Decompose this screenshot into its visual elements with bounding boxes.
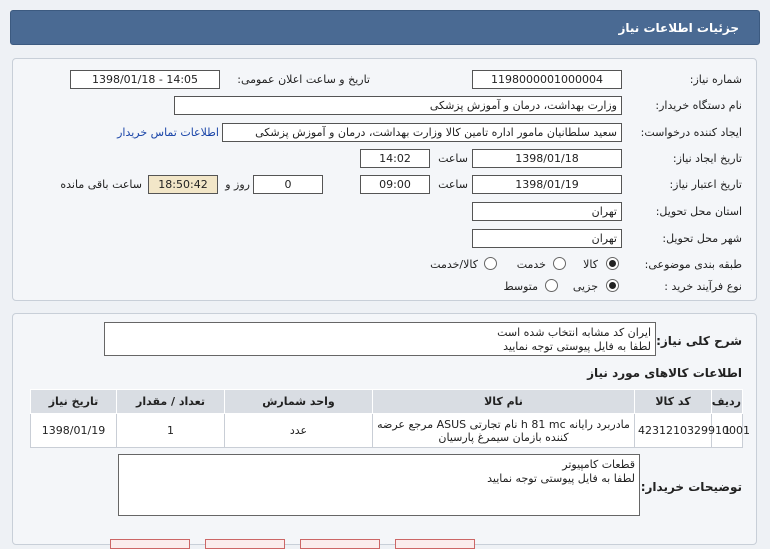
days-label: روز و <box>225 178 250 191</box>
items-table: ردیف کد کالا نام کالا واحد شمارش تعداد /… <box>30 389 750 448</box>
summary-label: شرح کلی نیاز: <box>656 334 742 348</box>
items-table-header: ردیف کد کالا نام کالا واحد شمارش تعداد /… <box>30 389 743 414</box>
created-time-field: 14:02 <box>360 149 430 168</box>
validity-date-label: تاریخ اعتبار نیاز: <box>669 178 742 191</box>
requester-field: سعید سلطانیان مامور اداره تامین کالا وزا… <box>222 123 622 142</box>
process-radio-partial[interactable] <box>606 279 619 292</box>
action-button-3[interactable] <box>300 539 380 549</box>
summary-text-box: ایران کد مشابه انتخاب شده است لطفا به فا… <box>104 322 656 356</box>
remaining-time-field: 18:50:42 <box>148 175 218 194</box>
cell-quantity: 1 <box>116 413 225 448</box>
col-header-qty: تعداد / مقدار <box>116 389 225 414</box>
process-option-partial: جزیی <box>572 280 598 293</box>
need-number-label: شماره نیاز: <box>689 73 742 86</box>
remaining-label: ساعت باقی مانده <box>60 178 142 191</box>
created-time-label: ساعت <box>438 152 468 165</box>
cell-unit: عدد <box>224 413 373 448</box>
buyer-notes-label: توضیحات خریدار: <box>640 480 742 494</box>
action-button-2[interactable] <box>205 539 285 549</box>
city-label: شهر محل تحویل: <box>662 232 742 245</box>
validity-time-field: 09:00 <box>360 175 430 194</box>
validity-time-label: ساعت <box>438 178 468 191</box>
need-number-field: 1198000001000004 <box>472 70 622 89</box>
cell-item-name: مادربرد رایانه h 81 mc نام تجارتی ASUS م… <box>372 413 635 448</box>
category-radio-goods[interactable] <box>606 257 619 270</box>
cell-need-date: 1398/01/19 <box>30 413 117 448</box>
category-radio-service[interactable] <box>553 257 566 270</box>
announce-label: تاریخ و ساعت اعلان عمومی: <box>237 73 370 86</box>
process-option-medium: متوسط <box>503 280 538 293</box>
action-button-1[interactable] <box>110 539 190 549</box>
col-header-date: تاریخ نیاز <box>30 389 117 414</box>
created-date-label: تاریخ ایجاد نیاز: <box>672 152 742 165</box>
days-remaining-field: 0 <box>253 175 323 194</box>
validity-date-field: 1398/01/19 <box>472 175 622 194</box>
category-option-goods-service: کالا/خدمت <box>430 258 478 271</box>
created-date-field: 1398/01/18 <box>472 149 622 168</box>
window-title: جزئیات اطلاعات نیاز <box>618 21 739 35</box>
table-row: 1 4231210329910001 مادربرد رایانه h 81 m… <box>30 413 750 448</box>
announce-datetime-field: 1398/01/18 - 14:05 <box>70 70 220 89</box>
cell-item-code: 4231210329910001 <box>634 413 750 448</box>
buyer-org-label: نام دستگاه خریدار: <box>655 99 742 112</box>
category-option-service: خدمت <box>516 258 546 271</box>
category-option-goods: کالا <box>583 258 598 271</box>
requester-label: ایجاد کننده درخواست: <box>640 126 742 139</box>
process-radio-medium[interactable] <box>545 279 558 292</box>
col-header-name: نام کالا <box>372 389 635 414</box>
col-header-row: ردیف <box>711 389 743 414</box>
city-field: تهران <box>472 229 622 248</box>
province-field: تهران <box>472 202 622 221</box>
buyer-contact-link[interactable]: اطلاعات تماس خریدار <box>117 126 219 139</box>
col-header-code: کد کالا <box>634 389 712 414</box>
window-title-bar: جزئیات اطلاعات نیاز <box>10 10 760 45</box>
items-section-title: اطلاعات کالاهای مورد نیاز <box>587 366 742 380</box>
buyer-notes-box: قطعات کامپیوتر لطفا به فایل پیوستی توجه … <box>118 454 640 516</box>
category-label: طبقه بندی موضوعی: <box>644 258 742 271</box>
action-button-4[interactable] <box>395 539 475 549</box>
buyer-org-field: وزارت بهداشت، درمان و آموزش پزشکی <box>174 96 622 115</box>
province-label: استان محل تحویل: <box>655 205 742 218</box>
process-type-label: نوع فرآیند خرید : <box>664 280 742 293</box>
category-radio-goods-service[interactable] <box>484 257 497 270</box>
col-header-unit: واحد شمارش <box>224 389 373 414</box>
